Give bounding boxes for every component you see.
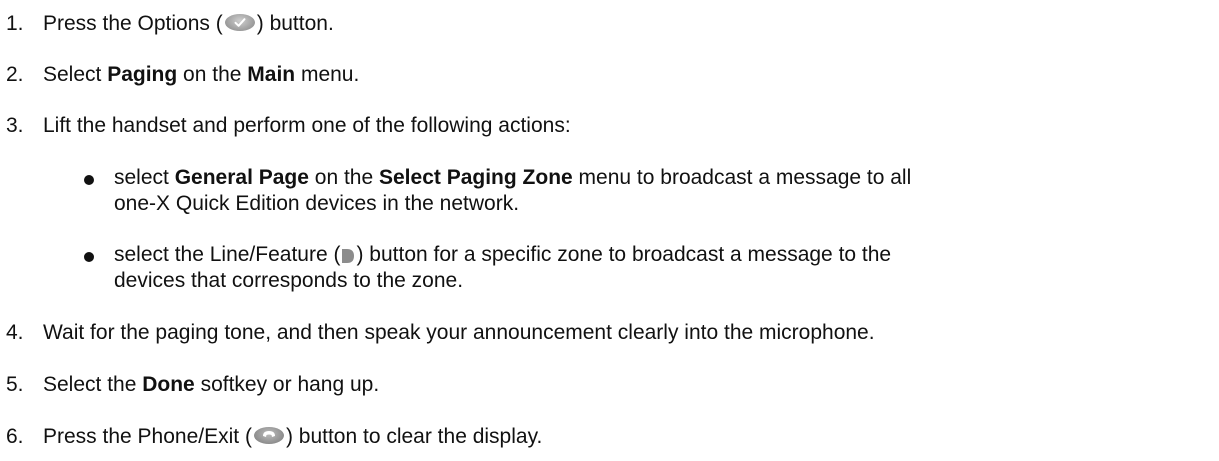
bullet-text: select General Page on the Select Paging…	[114, 166, 912, 189]
bullet-text: select the Line/Feature () button for a …	[114, 243, 892, 266]
step-number: 2.	[6, 63, 24, 86]
step-number: 5.	[6, 373, 24, 396]
bullet-dot	[84, 175, 94, 185]
step-text: Wait for the paging tone, and then speak…	[43, 321, 875, 344]
step-number: 3.	[6, 114, 24, 137]
step-text: Press the Options () button.	[43, 12, 334, 35]
step-text: Select the Done softkey or hang up.	[43, 373, 380, 396]
step-text: Select Paging on the Main menu.	[43, 63, 360, 86]
step-number: 4.	[6, 321, 24, 344]
bullet-dot	[84, 252, 94, 262]
bullet-text: one-X Quick Edition devices in the netwo…	[114, 192, 520, 215]
step-number: 1.	[6, 12, 24, 35]
phone-exit-icon	[253, 426, 284, 444]
step-number: 6.	[6, 425, 24, 448]
procedure-document: 1. Press the Options () button. 2. Selec…	[0, 0, 1219, 461]
step-text: Lift the handset and perform one of the …	[43, 114, 571, 137]
line-feature-icon	[341, 245, 355, 264]
step-text: Press the Phone/Exit () button to clear …	[43, 425, 543, 448]
options-icon	[224, 13, 255, 31]
bullet-text: devices that corresponds to the zone.	[114, 269, 464, 292]
